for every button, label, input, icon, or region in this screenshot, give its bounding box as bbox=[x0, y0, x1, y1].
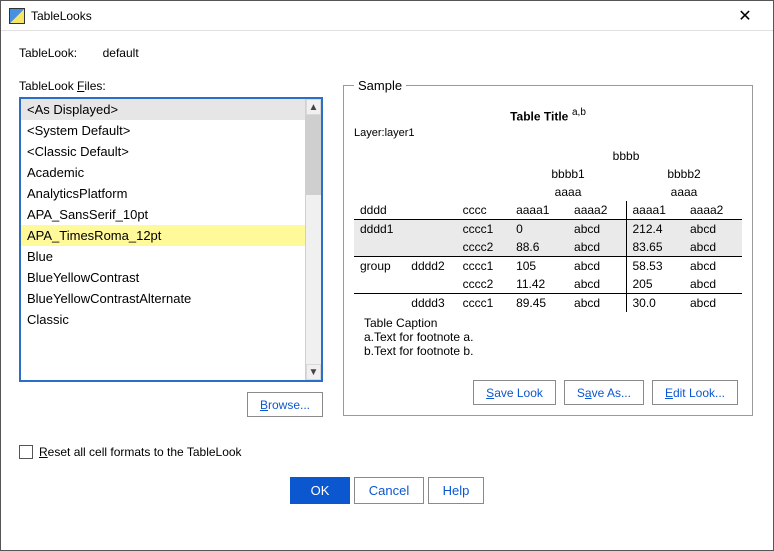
scrollbar[interactable]: ▲ ▼ bbox=[305, 99, 321, 380]
sample-groupbox: Sample Table Title a,b Layer:layer1 bbox=[343, 78, 753, 416]
list-item[interactable]: BlueYellowContrast bbox=[21, 267, 305, 288]
list-item[interactable]: <As Displayed> bbox=[21, 99, 305, 120]
tablelook-files-listbox[interactable]: <As Displayed><System Default><Classic D… bbox=[19, 97, 323, 382]
sample-layer: Layer:layer1 bbox=[354, 127, 742, 139]
table-row: cccc288.6abcd83.65abcd bbox=[354, 238, 742, 257]
files-label: TableLook Files: bbox=[19, 78, 323, 93]
sample-legend: Sample bbox=[354, 78, 406, 93]
save-as-button[interactable]: Save As... bbox=[564, 380, 644, 405]
close-button[interactable]: ✕ bbox=[725, 6, 765, 26]
help-button[interactable]: Help bbox=[428, 477, 485, 504]
table-row: dddd1cccc10abcd212.4abcd bbox=[354, 220, 742, 239]
scroll-down-icon[interactable]: ▼ bbox=[306, 364, 321, 380]
sample-caption-area: Table Caption a.Text for footnote a. b.T… bbox=[354, 316, 742, 358]
list-item[interactable]: <Classic Default> bbox=[21, 141, 305, 162]
table-row: cccc211.42abcd205abcd bbox=[354, 275, 742, 294]
scroll-up-icon[interactable]: ▲ bbox=[306, 99, 321, 115]
dialog-footer: OK Cancel Help bbox=[19, 477, 755, 504]
window-title: TableLooks bbox=[31, 9, 725, 23]
current-tablelook-label: TableLook: bbox=[19, 46, 99, 60]
cancel-button[interactable]: Cancel bbox=[354, 477, 424, 504]
save-look-button[interactable]: Save Look bbox=[473, 380, 556, 405]
current-tablelook: TableLook: default bbox=[19, 45, 755, 60]
reset-checkbox[interactable] bbox=[19, 445, 33, 459]
list-item[interactable]: Academic bbox=[21, 162, 305, 183]
list-item[interactable]: <System Default> bbox=[21, 120, 305, 141]
list-item[interactable]: Classic bbox=[21, 309, 305, 330]
sample-footnote-b: b.Text for footnote b. bbox=[364, 344, 742, 358]
list-item[interactable]: AnalyticsPlatform bbox=[21, 183, 305, 204]
current-tablelook-value: default bbox=[103, 46, 139, 60]
table-row: dddd3cccc189.45abcd30.0abcd bbox=[354, 294, 742, 313]
sample-table: bbbb bbbb1 bbbb2 aaaa aaaa bbox=[354, 147, 742, 312]
browse-button[interactable]: Browse... bbox=[247, 392, 323, 417]
sample-table-title: Table Title a,b bbox=[354, 107, 742, 123]
ok-button[interactable]: OK bbox=[290, 477, 351, 504]
list-item[interactable]: APA_TimesRoma_12pt bbox=[21, 225, 305, 246]
sample-footnote-a: a.Text for footnote a. bbox=[364, 330, 742, 344]
sample-caption: Table Caption bbox=[364, 316, 742, 330]
list-item[interactable]: APA_SansSerif_10pt bbox=[21, 204, 305, 225]
edit-look-button[interactable]: Edit Look... bbox=[652, 380, 738, 405]
list-item[interactable]: Blue bbox=[21, 246, 305, 267]
dialog-tablelooks: TableLooks ✕ TableLook: default TableLoo… bbox=[0, 0, 774, 551]
titlebar: TableLooks ✕ bbox=[1, 1, 773, 31]
list-item[interactable]: BlueYellowContrastAlternate bbox=[21, 288, 305, 309]
table-row: groupdddd2cccc1105abcd58.53abcd bbox=[354, 257, 742, 276]
app-icon bbox=[9, 8, 25, 24]
reset-label: Reset all cell formats to the TableLook bbox=[39, 445, 242, 459]
scroll-thumb[interactable] bbox=[306, 115, 321, 195]
